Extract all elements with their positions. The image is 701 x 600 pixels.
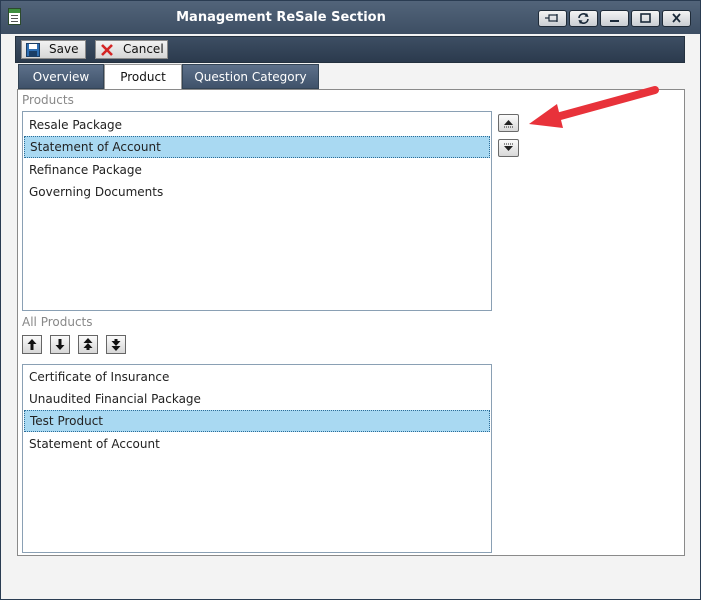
double-arrow-down-icon [111,339,121,351]
maximize-icon [640,13,651,23]
minimize-icon [610,20,619,22]
tab-question-category[interactable]: Question Category [182,64,319,89]
cancel-button[interactable]: Cancel [95,40,168,59]
tab-overview[interactable]: Overview [18,64,104,89]
all-products-list[interactable]: Certificate of Insurance Unaudited Finan… [22,364,492,553]
products-label: Products [22,93,74,107]
all-products-label: All Products [22,315,93,329]
product-tab-panel: Products Resale Package Statement of Acc… [17,89,685,556]
arrow-up-icon [27,339,37,350]
annotation-arrow-icon [529,86,659,128]
maximize-button[interactable] [631,10,660,27]
list-item[interactable]: Certificate of Insurance [24,366,490,388]
move-up-button[interactable] [22,335,42,354]
list-item-selected[interactable]: Test Product [24,410,490,432]
tab-product[interactable]: Product [104,64,182,90]
close-icon [672,13,681,23]
move-bottom-button[interactable] [106,335,126,354]
window-title: Management ReSale Section [176,10,386,25]
list-item[interactable]: Unaudited Financial Package [24,388,490,410]
list-item-selected[interactable]: Statement of Account [24,136,490,158]
pin-icon [545,14,558,22]
save-button[interactable]: Save [21,40,86,59]
refresh-button[interactable] [569,10,598,27]
save-icon [26,43,40,57]
list-item[interactable]: Resale Package [24,114,490,136]
move-top-button[interactable] [78,335,98,354]
window-footer [1,561,700,599]
cancel-label: Cancel [123,42,164,56]
close-button[interactable] [662,10,691,27]
list-item[interactable]: Refinance Package [24,159,490,181]
move-down-button[interactable] [50,335,70,354]
move-up-button[interactable] [498,114,519,132]
double-arrow-up-icon [83,338,93,350]
title-bar[interactable]: Management ReSale Section [1,1,700,34]
triangle-down-icon [504,143,513,151]
arrow-down-icon [55,339,65,350]
products-list[interactable]: Resale Package Statement of Account Refi… [22,111,492,311]
triangle-up-icon [504,120,513,128]
save-label: Save [49,42,79,56]
restore-refresh-icon [578,13,589,24]
list-item[interactable]: Governing Documents [24,181,490,203]
pin-button[interactable] [538,10,567,27]
cancel-x-icon [101,44,113,56]
list-item[interactable]: Statement of Account [24,433,490,455]
toolbar: Save Cancel [15,36,685,63]
minimize-button[interactable] [600,10,629,27]
move-down-button[interactable] [498,139,519,157]
